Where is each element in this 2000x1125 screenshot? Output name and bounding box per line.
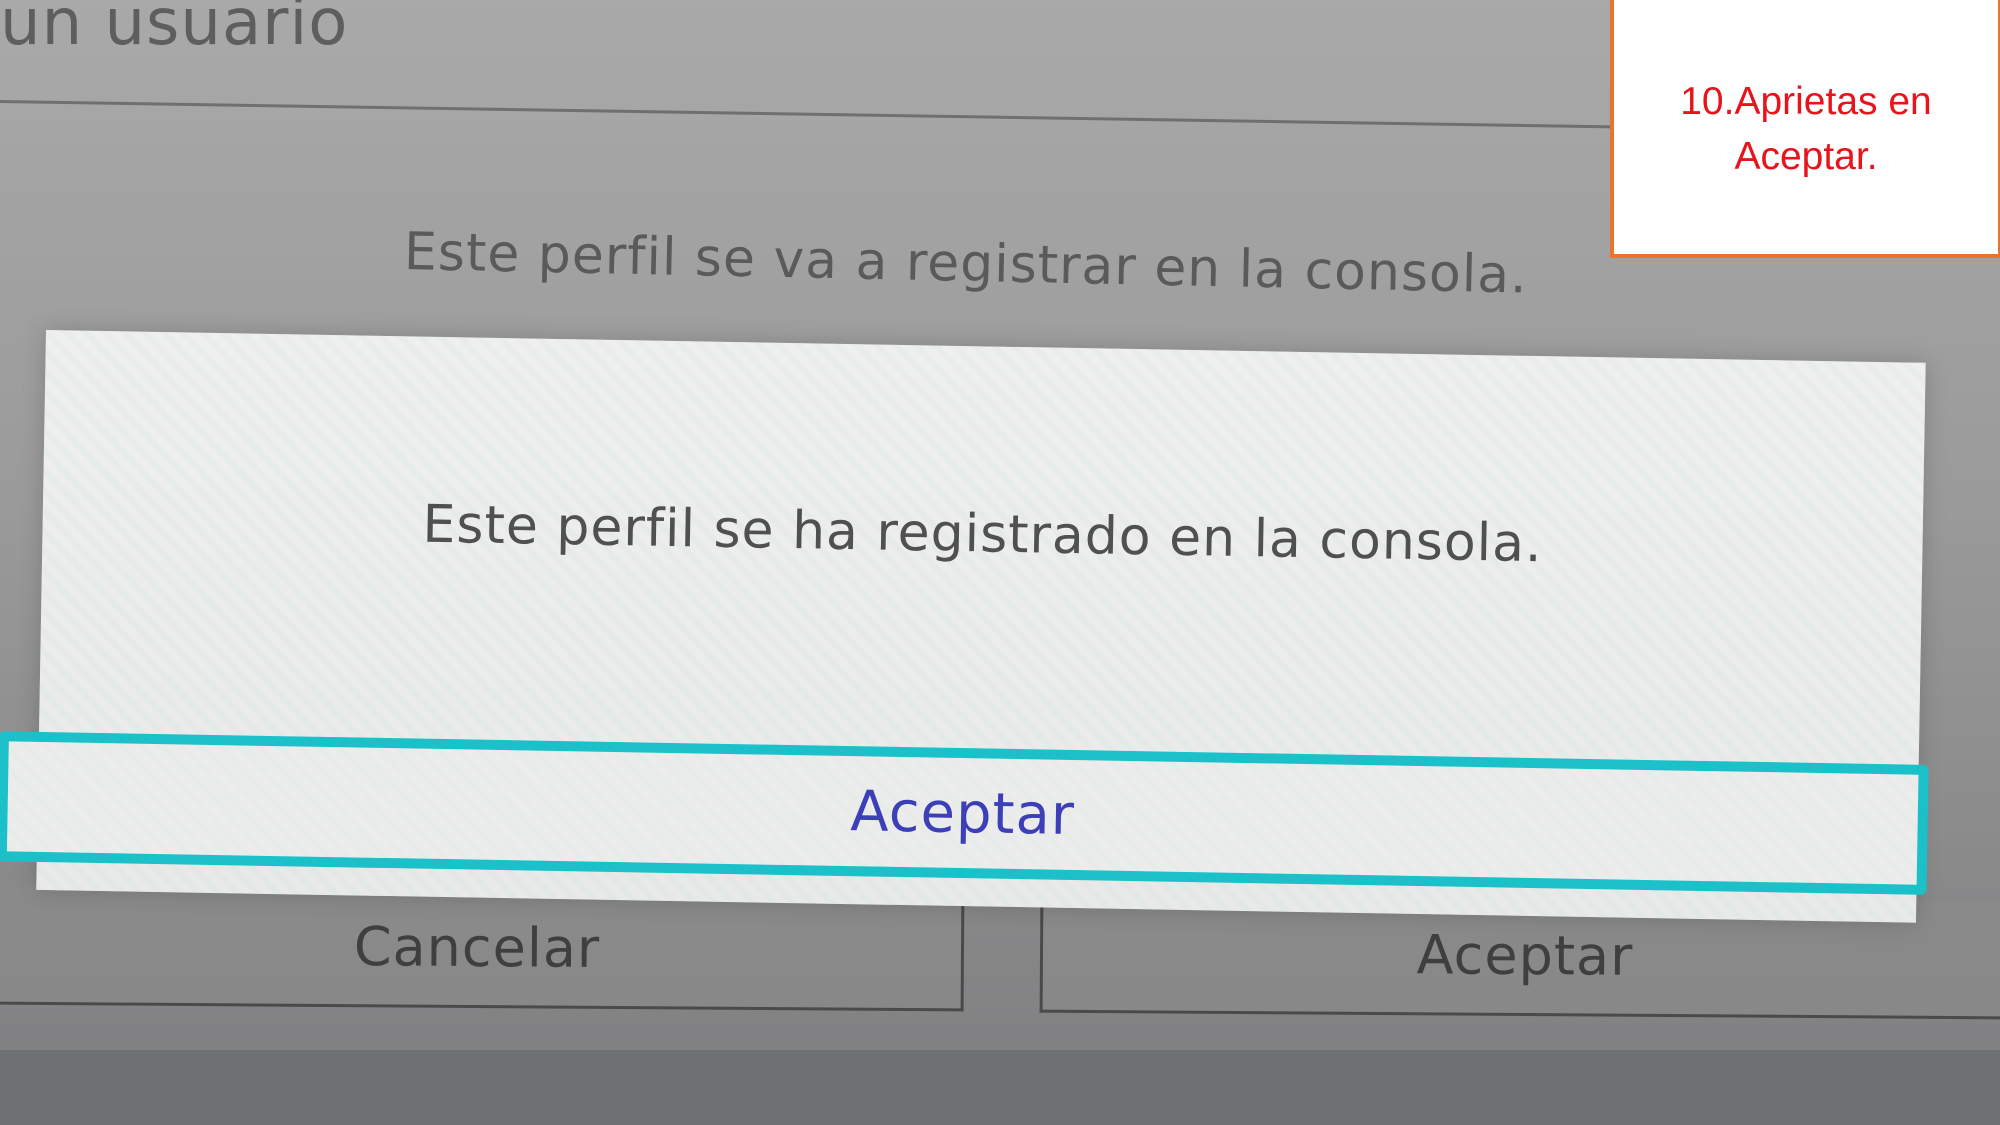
background-message: Este perfil se va a registrar en la cons… [403,222,1529,306]
dialog-message: Este perfil se ha registrado en la conso… [422,494,1544,575]
background-cancel-label: Cancelar [353,915,601,980]
dialog-accept-button[interactable]: Aceptar [0,731,1929,895]
background-divider [0,100,1620,129]
background-cancel-button[interactable]: Cancelar [0,886,965,1012]
background-bottom-band [0,1050,2000,1125]
confirmation-dialog: Este perfil se ha registrado en la conso… [0,330,1929,923]
dialog-accept-label: Aceptar [849,778,1076,848]
background-accept-label: Aceptar [1416,923,1634,988]
instruction-text: 10.Aprietas en Aceptar. [1680,80,1932,178]
instruction-callout: 10.Aprietas en Aceptar. [1610,0,2000,258]
background-title: un usuario [0,0,349,60]
console-screen: un usuario Este perfil se va a registrar… [0,0,2000,1125]
